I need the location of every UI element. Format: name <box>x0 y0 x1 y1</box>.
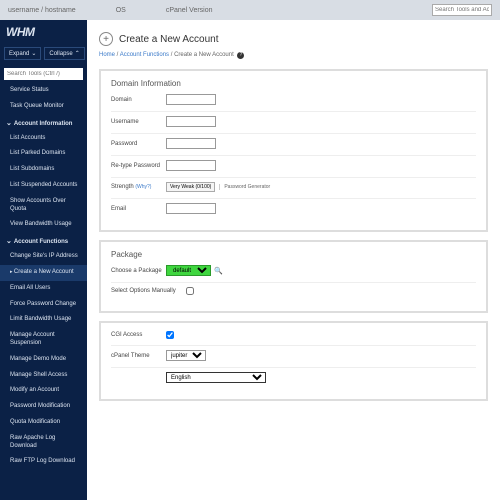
repassword-input[interactable] <box>166 160 216 171</box>
label-domain: Domain <box>111 97 166 103</box>
email-input[interactable] <box>166 203 216 214</box>
menu-suspension[interactable]: Manage Account Suspension <box>0 328 87 352</box>
domain-input[interactable] <box>166 94 216 105</box>
menu-force-pw[interactable]: Force Password Change <box>0 297 87 313</box>
crumb-home[interactable]: Home <box>99 52 115 58</box>
label-repassword: Re-type Password <box>111 163 166 169</box>
expand-button[interactable]: Expand⌄ <box>4 47 41 60</box>
menu-email-all[interactable]: Email All Users <box>0 281 87 297</box>
label-manual-options: Select Options Manually <box>111 288 186 294</box>
sidebar-search-input[interactable] <box>4 68 83 80</box>
label-email: Email <box>111 206 166 212</box>
top-os: OS <box>116 7 126 14</box>
top-version: cPanel Version <box>166 7 213 14</box>
label-username: Username <box>111 119 166 125</box>
menu-list-accounts[interactable]: List Accounts <box>0 131 87 147</box>
crumb-current: Create a New Account <box>174 52 234 58</box>
panel-package: Package Choose a Package default 🔍 Selec… <box>99 240 488 313</box>
theme-select[interactable]: jupiter <box>166 350 206 361</box>
chevron-up-icon: ⌃ <box>75 50 80 57</box>
panel-heading: Package <box>111 250 476 259</box>
sidebar-menu: Service Status Task Queue Monitor Accoun… <box>0 83 87 500</box>
brand-logo: WHM <box>0 20 87 44</box>
menu-quota-mod[interactable]: Quota Modification <box>0 415 87 431</box>
menu-head-account-func[interactable]: Account Functions <box>0 233 87 249</box>
breadcrumb: Home / Account Functions / Create a New … <box>99 52 488 59</box>
why-link[interactable]: (Why?) <box>135 184 151 190</box>
menu-ftp-log[interactable]: Raw FTP Log Download <box>0 454 87 470</box>
label-cgi: CGI Access <box>111 332 166 338</box>
strength-indicator: Very Weak (0/100) <box>166 182 215 192</box>
menu-limit-bw[interactable]: Limit Bandwidth Usage <box>0 312 87 328</box>
username-input[interactable] <box>166 116 216 127</box>
menu-change-ip[interactable]: Change Site's IP Address <box>0 249 87 265</box>
search-icon[interactable]: 🔍 <box>214 267 223 275</box>
crumb-section[interactable]: Account Functions <box>120 52 169 58</box>
cgi-checkbox[interactable] <box>166 331 174 339</box>
panel-domain-info: Domain Information Domain Username Passw… <box>99 69 488 232</box>
password-generator-button[interactable]: Password Generator <box>219 184 270 190</box>
menu-demo[interactable]: Manage Demo Mode <box>0 352 87 368</box>
global-search-input[interactable] <box>432 4 492 16</box>
menu-bandwidth[interactable]: View Bandwidth Usage <box>0 217 87 233</box>
menu-list-suspended[interactable]: List Suspended Accounts <box>0 178 87 194</box>
main-content: + Create a New Account Home / Account Fu… <box>87 20 500 500</box>
package-select[interactable]: default <box>166 265 211 276</box>
collapse-button[interactable]: Collapse⌃ <box>44 47 84 60</box>
label-strength: Strength (Why?) <box>111 184 166 190</box>
password-input[interactable] <box>166 138 216 149</box>
page-title: Create a New Account <box>119 34 219 45</box>
menu-head-account-info[interactable]: Account Information <box>0 115 87 131</box>
menu-create-account[interactable]: Create a New Account <box>0 265 87 281</box>
menu-service-status[interactable]: Service Status <box>0 83 87 99</box>
menu-modify[interactable]: Modify an Account <box>0 383 87 399</box>
menu-list-parked[interactable]: List Parked Domains <box>0 146 87 162</box>
label-theme: cPanel Theme <box>111 353 166 359</box>
label-choose-package: Choose a Package <box>111 268 166 274</box>
menu-list-subdomains[interactable]: List Subdomains <box>0 162 87 178</box>
manual-options-checkbox[interactable] <box>186 287 194 295</box>
label-password: Password <box>111 141 166 147</box>
menu-apache-log[interactable]: Raw Apache Log Download <box>0 431 87 455</box>
plus-circle-icon: + <box>99 32 113 46</box>
menu-pw-mod[interactable]: Password Modification <box>0 399 87 415</box>
menu-shell[interactable]: Manage Shell Access <box>0 368 87 384</box>
panel-heading: Domain Information <box>111 79 476 88</box>
panel-settings: CGI Access cPanel Theme jupiter English <box>99 321 488 401</box>
language-select[interactable]: English <box>166 372 266 383</box>
top-username: username / hostname <box>8 7 76 14</box>
help-icon[interactable]: ? <box>237 52 244 59</box>
chevron-down-icon: ⌄ <box>31 50 36 57</box>
menu-over-quota[interactable]: Show Accounts Over Quota <box>0 194 87 218</box>
menu-task-queue[interactable]: Task Queue Monitor <box>0 99 87 115</box>
sidebar: WHM Expand⌄ Collapse⌃ Service Status Tas… <box>0 20 87 500</box>
